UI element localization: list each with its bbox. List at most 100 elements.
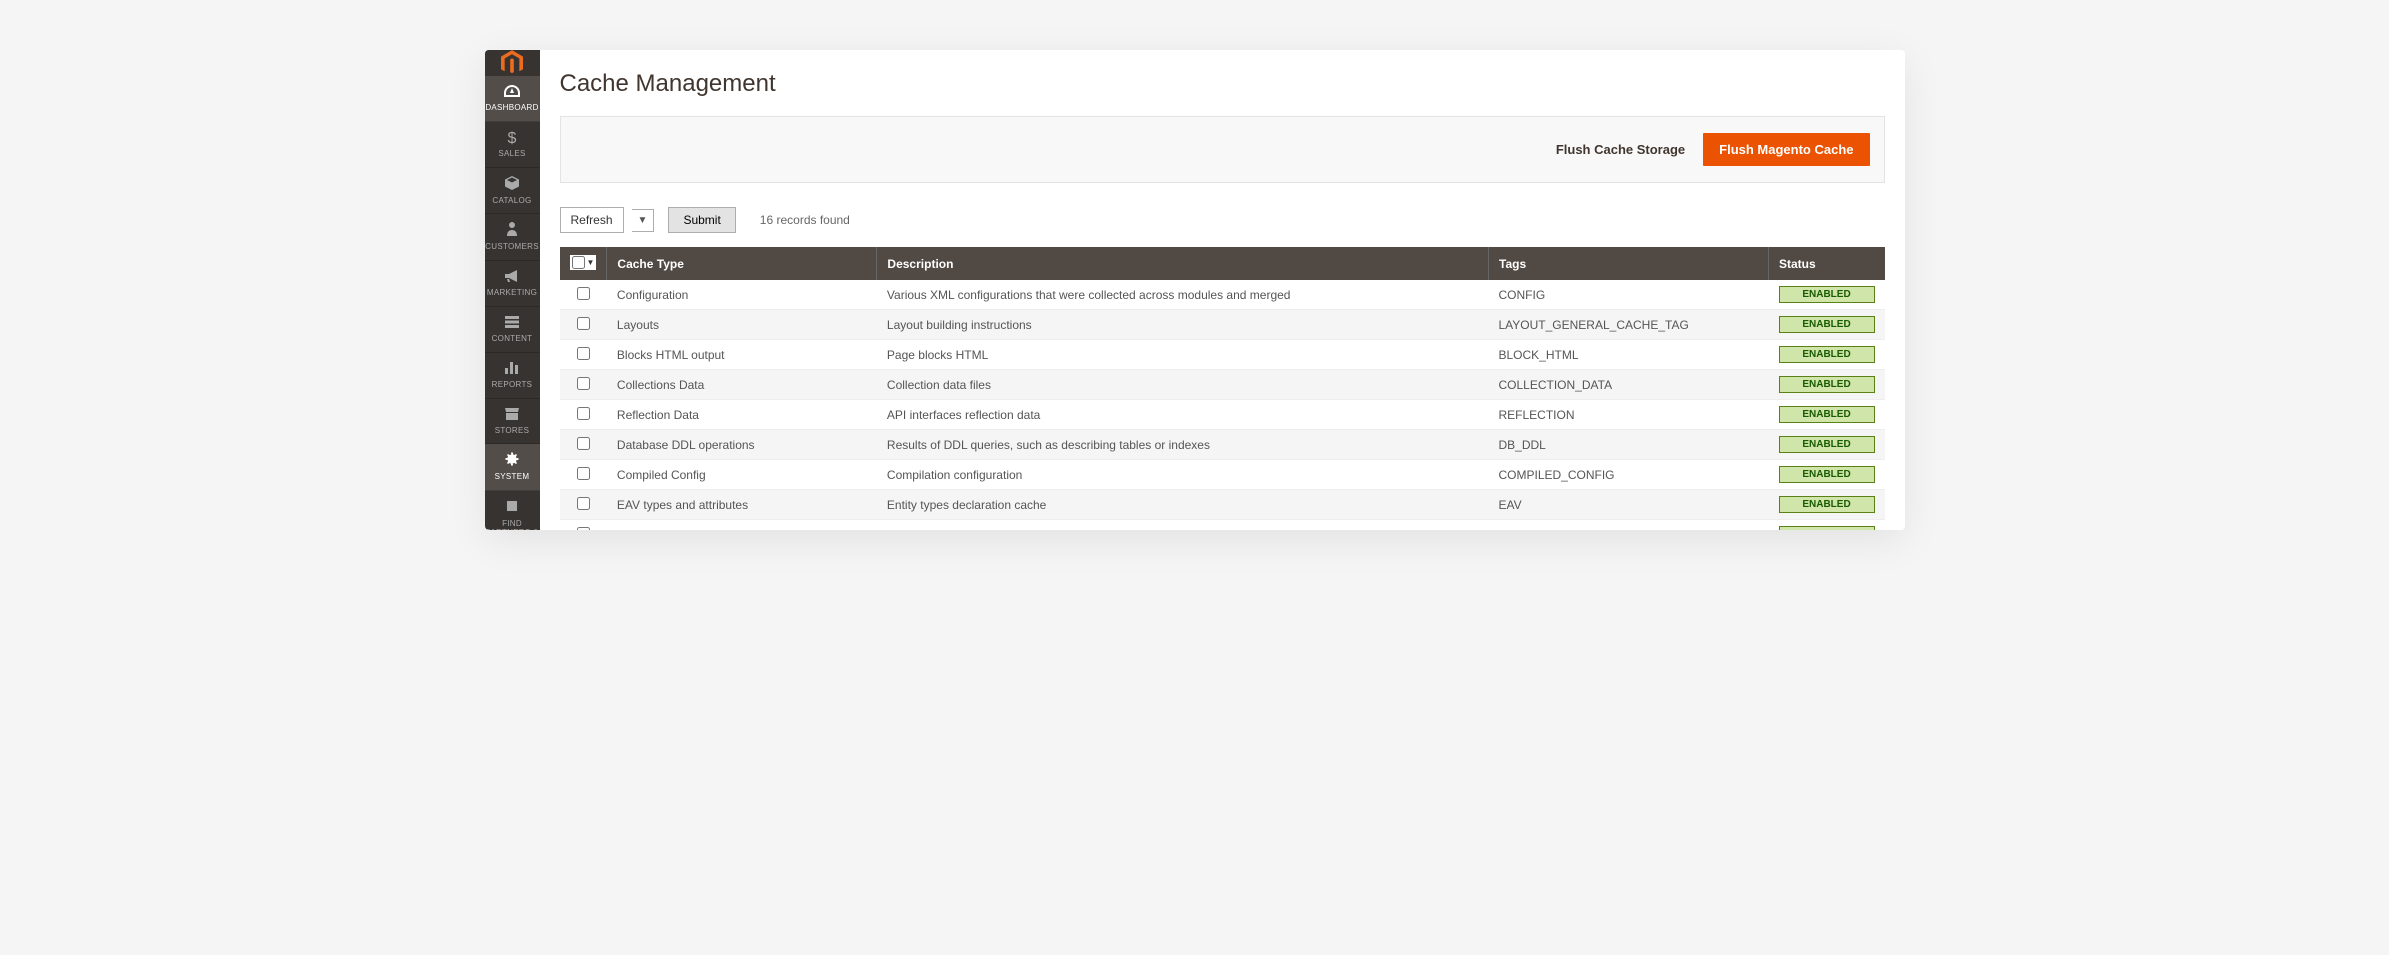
- store-icon: [505, 407, 519, 425]
- page-actions: Flush Cache Storage Flush Magento Cache: [560, 116, 1885, 183]
- cell-cache-type: EAV types and attributes: [607, 490, 877, 520]
- sidebar-label: DASHBOARD: [485, 104, 538, 113]
- table-row: Customer NotificationCustomer Notificati…: [560, 520, 1885, 531]
- page-title: Cache Management: [560, 70, 1885, 98]
- cell-tags: EAV: [1489, 490, 1769, 520]
- layers-icon: [505, 315, 519, 333]
- cell-cache-type: Customer Notification: [607, 520, 877, 531]
- row-checkbox[interactable]: [577, 437, 590, 450]
- cell-tags: CONFIG: [1489, 280, 1769, 310]
- row-checkbox[interactable]: [577, 287, 590, 300]
- flush-magento-cache-button[interactable]: Flush Magento Cache: [1703, 133, 1869, 166]
- row-checkbox[interactable]: [577, 497, 590, 510]
- cell-cache-type: Compiled Config: [607, 460, 877, 490]
- sidebar-item-customers[interactable]: CUSTOMERS: [485, 214, 540, 261]
- sidebar-label: SYSTEM: [495, 473, 530, 482]
- magento-logo[interactable]: [485, 50, 540, 76]
- cell-description: Page blocks HTML: [877, 340, 1489, 370]
- sidebar-label: REPORTS: [492, 381, 533, 390]
- cell-description: Results of DDL queries, such as describi…: [877, 430, 1489, 460]
- dashboard-icon: [504, 84, 520, 102]
- cell-description: Customer Notification: [877, 520, 1489, 531]
- cache-grid: ▼ Cache Type Description Tags Status Con…: [560, 247, 1885, 530]
- person-icon: [507, 222, 517, 241]
- magento-logo-icon: [501, 50, 523, 76]
- row-checkbox[interactable]: [577, 407, 590, 420]
- flush-cache-storage-button[interactable]: Flush Cache Storage: [1556, 142, 1685, 157]
- row-checkbox[interactable]: [577, 377, 590, 390]
- sidebar-item-catalog[interactable]: CATALOG: [485, 168, 540, 215]
- gear-icon: [505, 452, 519, 471]
- mass-action-caret[interactable]: ▼: [632, 209, 655, 232]
- cell-cache-type: Database DDL operations: [607, 430, 877, 460]
- select-all-checkbox[interactable]: [572, 256, 585, 269]
- cell-description: Collection data files: [877, 370, 1489, 400]
- sidebar-item-stores[interactable]: STORES: [485, 399, 540, 445]
- sidebar-item-partners[interactable]: FIND PARTNERS & EXTENSIONS: [485, 491, 540, 530]
- row-checkbox[interactable]: [577, 347, 590, 360]
- status-badge: ENABLED: [1779, 436, 1875, 453]
- table-row: LayoutsLayout building instructionsLAYOU…: [560, 310, 1885, 340]
- status-badge: ENABLED: [1779, 466, 1875, 483]
- status-badge: ENABLED: [1779, 406, 1875, 423]
- status-badge: ENABLED: [1779, 496, 1875, 513]
- cell-tags: DB_DDL: [1489, 430, 1769, 460]
- megaphone-icon: [505, 269, 519, 287]
- sidebar-item-content[interactable]: CONTENT: [485, 307, 540, 353]
- table-row: Blocks HTML outputPage blocks HTMLBLOCK_…: [560, 340, 1885, 370]
- cell-description: Layout building instructions: [877, 310, 1489, 340]
- bars-icon: [505, 361, 519, 379]
- grid-toolbar: Refresh ▼ Submit 16 records found: [560, 207, 1885, 233]
- puzzle-icon: [505, 499, 519, 518]
- dollar-icon: $: [508, 130, 517, 148]
- sidebar-item-reports[interactable]: REPORTS: [485, 353, 540, 399]
- table-row: Database DDL operationsResults of DDL qu…: [560, 430, 1885, 460]
- admin-sidebar: DASHBOARD $ SALES CATALOG CUSTOMERS MARK…: [485, 50, 540, 530]
- status-badge: ENABLED: [1779, 286, 1875, 303]
- cell-description: Various XML configurations that were col…: [877, 280, 1489, 310]
- sidebar-label: FIND PARTNERS & EXTENSIONS: [485, 520, 540, 530]
- row-checkbox[interactable]: [577, 467, 590, 480]
- status-badge: ENABLED: [1779, 526, 1875, 530]
- cell-cache-type: Collections Data: [607, 370, 877, 400]
- cell-description: Entity types declaration cache: [877, 490, 1489, 520]
- mass-action-select[interactable]: Refresh: [560, 207, 624, 233]
- row-checkbox[interactable]: [577, 317, 590, 330]
- sidebar-item-dashboard[interactable]: DASHBOARD: [485, 76, 540, 122]
- row-checkbox[interactable]: [577, 527, 590, 531]
- sidebar-item-marketing[interactable]: MARKETING: [485, 261, 540, 307]
- column-header-cache-type[interactable]: Cache Type: [607, 247, 877, 280]
- cube-icon: [505, 176, 519, 195]
- cell-tags: COLLECTION_DATA: [1489, 370, 1769, 400]
- sidebar-item-sales[interactable]: $ SALES: [485, 122, 540, 168]
- cell-tags: COMPILED_CONFIG: [1489, 460, 1769, 490]
- cell-cache-type: Blocks HTML output: [607, 340, 877, 370]
- status-badge: ENABLED: [1779, 346, 1875, 363]
- column-header-checkbox: ▼: [560, 247, 607, 280]
- sidebar-label: CONTENT: [492, 335, 533, 344]
- sidebar-label: CUSTOMERS: [485, 243, 539, 252]
- records-count: 16 records found: [760, 213, 850, 227]
- table-row: Compiled ConfigCompilation configuration…: [560, 460, 1885, 490]
- cell-tags: CUSTOMER_NOTIFICATION: [1489, 520, 1769, 531]
- column-header-tags[interactable]: Tags: [1489, 247, 1769, 280]
- cell-cache-type: Configuration: [607, 280, 877, 310]
- cell-cache-type: Layouts: [607, 310, 877, 340]
- submit-button[interactable]: Submit: [668, 207, 735, 233]
- cell-cache-type: Reflection Data: [607, 400, 877, 430]
- column-header-status[interactable]: Status: [1769, 247, 1885, 280]
- sidebar-label: STORES: [495, 427, 530, 436]
- app-frame: DASHBOARD $ SALES CATALOG CUSTOMERS MARK…: [485, 50, 1905, 530]
- cell-description: API interfaces reflection data: [877, 400, 1489, 430]
- main-content: Cache Management Flush Cache Storage Flu…: [540, 50, 1905, 530]
- sidebar-label: MARKETING: [487, 289, 537, 298]
- table-row: Collections DataCollection data filesCOL…: [560, 370, 1885, 400]
- status-badge: ENABLED: [1779, 376, 1875, 393]
- sidebar-label: SALES: [498, 150, 525, 159]
- status-badge: ENABLED: [1779, 316, 1875, 333]
- table-row: EAV types and attributesEntity types dec…: [560, 490, 1885, 520]
- sidebar-item-system[interactable]: SYSTEM: [485, 444, 540, 491]
- cell-tags: BLOCK_HTML: [1489, 340, 1769, 370]
- select-all-caret[interactable]: ▼: [587, 258, 595, 267]
- column-header-description[interactable]: Description: [877, 247, 1489, 280]
